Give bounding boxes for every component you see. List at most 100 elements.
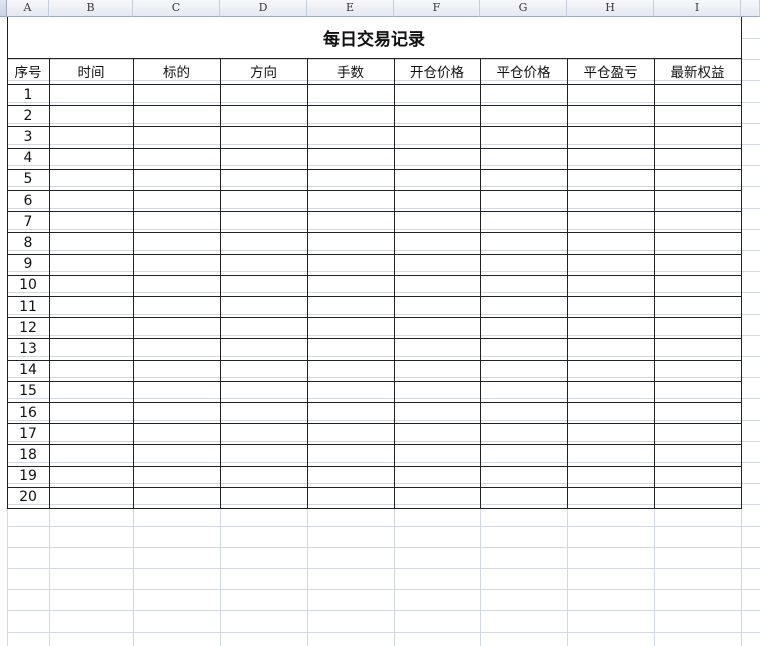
data-cell[interactable] [307,444,394,465]
data-cell[interactable] [307,232,394,253]
data-cell[interactable] [394,338,480,359]
data-cell[interactable] [133,105,220,126]
data-cell[interactable] [220,190,307,211]
data-cell[interactable] [220,338,307,359]
data-cell[interactable] [654,190,741,211]
data-cell[interactable] [654,148,741,169]
data-cell[interactable] [220,211,307,232]
data-cell[interactable] [49,360,133,381]
data-cell[interactable] [654,254,741,275]
data-cell[interactable] [307,296,394,317]
row-number-cell[interactable]: 4 [7,148,49,169]
data-cell[interactable] [567,296,654,317]
data-cell[interactable] [480,232,567,253]
data-cell[interactable] [133,381,220,402]
header-cell[interactable]: 最新权益 [654,58,741,84]
data-cell[interactable] [307,190,394,211]
data-cell[interactable] [133,148,220,169]
data-cell[interactable] [480,84,567,105]
data-cell[interactable] [307,360,394,381]
row-number-cell[interactable]: 7 [7,211,49,232]
row-number-cell[interactable]: 14 [7,360,49,381]
data-cell[interactable] [220,487,307,508]
data-cell[interactable] [133,487,220,508]
column-header-c[interactable]: C [133,0,220,17]
data-cell[interactable] [394,296,480,317]
data-cell[interactable] [394,254,480,275]
data-cell[interactable] [567,232,654,253]
data-cell[interactable] [394,381,480,402]
data-cell[interactable] [567,105,654,126]
data-cell[interactable] [133,126,220,147]
data-cell[interactable] [49,275,133,296]
data-cell[interactable] [654,296,741,317]
data-cell[interactable] [567,169,654,190]
data-cell[interactable] [567,126,654,147]
header-cell[interactable]: 平仓盈亏 [567,58,654,84]
row-number-cell[interactable]: 12 [7,317,49,338]
column-header-i[interactable]: I [654,0,741,17]
data-cell[interactable] [49,232,133,253]
data-cell[interactable] [480,254,567,275]
data-cell[interactable] [307,105,394,126]
data-cell[interactable] [480,423,567,444]
column-header-b[interactable]: B [49,0,133,17]
data-cell[interactable] [307,423,394,444]
data-cell[interactable] [480,402,567,423]
column-header-d[interactable]: D [220,0,307,17]
data-cell[interactable] [654,381,741,402]
row-number-cell[interactable]: 3 [7,126,49,147]
data-cell[interactable] [133,360,220,381]
data-cell[interactable] [567,275,654,296]
data-cell[interactable] [133,317,220,338]
data-cell[interactable] [307,466,394,487]
data-cell[interactable] [480,169,567,190]
data-cell[interactable] [307,487,394,508]
data-cell[interactable] [480,126,567,147]
data-cell[interactable] [480,296,567,317]
data-cell[interactable] [480,487,567,508]
row-number-cell[interactable]: 20 [7,487,49,508]
data-cell[interactable] [220,360,307,381]
data-cell[interactable] [480,360,567,381]
data-cell[interactable] [654,317,741,338]
header-cell[interactable]: 手数 [307,58,394,84]
data-cell[interactable] [480,190,567,211]
header-cell[interactable]: 时间 [49,58,133,84]
row-number-cell[interactable]: 17 [7,423,49,444]
data-cell[interactable] [133,84,220,105]
data-cell[interactable] [220,466,307,487]
data-cell[interactable] [49,317,133,338]
data-cell[interactable] [394,84,480,105]
data-cell[interactable] [220,275,307,296]
data-cell[interactable] [307,169,394,190]
data-cell[interactable] [654,402,741,423]
data-cell[interactable] [220,254,307,275]
data-cell[interactable] [654,211,741,232]
data-cell[interactable] [220,423,307,444]
row-number-cell[interactable]: 19 [7,466,49,487]
row-number-cell[interactable]: 10 [7,275,49,296]
data-cell[interactable] [480,466,567,487]
data-cell[interactable] [133,169,220,190]
data-cell[interactable] [654,169,741,190]
data-cell[interactable] [567,254,654,275]
data-cell[interactable] [49,444,133,465]
data-cell[interactable] [133,296,220,317]
data-cell[interactable] [567,317,654,338]
data-cell[interactable] [394,105,480,126]
header-cell[interactable]: 序号 [7,58,49,84]
row-number-cell[interactable]: 18 [7,444,49,465]
header-cell[interactable]: 标的 [133,58,220,84]
data-cell[interactable] [220,317,307,338]
data-cell[interactable] [307,317,394,338]
data-cell[interactable] [133,423,220,444]
row-number-cell[interactable]: 1 [7,84,49,105]
data-cell[interactable] [307,338,394,359]
data-cell[interactable] [307,126,394,147]
column-header-f[interactable]: F [394,0,480,17]
data-cell[interactable] [133,190,220,211]
data-cell[interactable] [654,360,741,381]
data-cell[interactable] [49,381,133,402]
data-cell[interactable] [394,487,480,508]
